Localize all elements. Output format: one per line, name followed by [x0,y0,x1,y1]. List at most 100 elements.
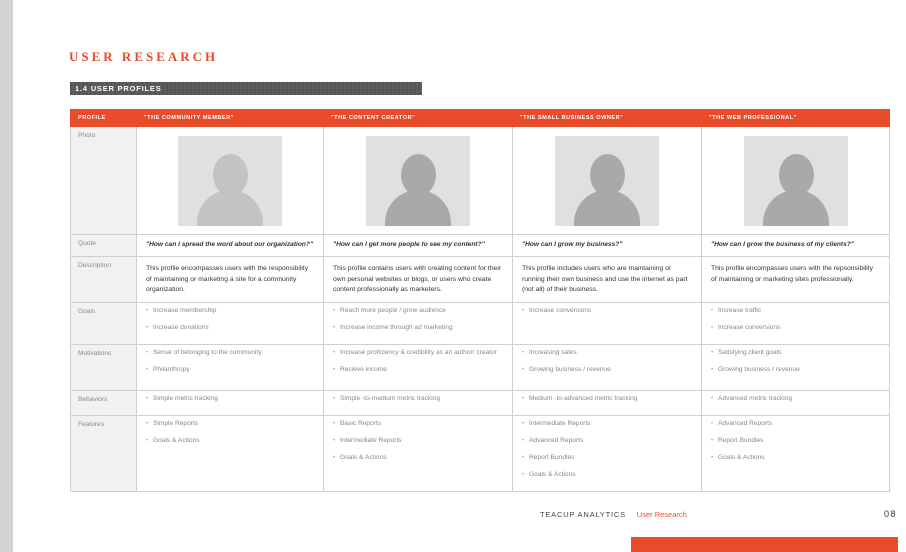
list-item: Intermediate Reports [522,419,692,429]
profile-header: "THE CONTENT CREATOR" [323,109,513,127]
behaviors-cell: Medium -to-advanced metric tracking [512,390,702,416]
avatar-placeholder-icon [366,136,470,226]
motivations-list: Satisfying client goals Growing business … [702,345,889,386]
row-label-description: Description [70,256,137,303]
features-list: Intermediate Reports Advanced Reports Repo… [513,416,701,491]
description-cell: This profile encompasses users with the … [136,256,324,303]
features-list: Basic Reports Intermediate Reports Goals &… [324,416,512,474]
footer-company: TEACUP ANALYTICS [540,510,626,519]
profile-header: "THE WEB PROFESSIONAL" [701,109,890,127]
avatar-placeholder-icon [178,136,282,226]
features-list: Simple Reports Goals & Actions [137,416,323,457]
list-item: Simple -to-medium metric tracking [333,394,503,404]
list-item: Advanced Reports [711,419,880,429]
photo-cell [512,126,702,235]
row-quote: Quote "How can I spread the word about ou… [70,234,890,257]
list-item: Simple metric tracking [146,394,314,404]
list-item: Increase conversions [522,306,692,316]
profile-quote: "How can I spread the word about our org… [146,241,314,248]
quote-cell: "How can I spread the word about our org… [136,234,324,257]
list-item: Medium -to-advanced metric tracking [522,394,692,404]
list-item: Advanced Reports [522,436,692,446]
motivations-cell: Increasing sales Growing business / reven… [512,344,702,391]
list-item: Satisfying client goals [711,348,880,358]
motivations-list: Increasing sales Growing business / reven… [513,345,701,386]
profile-header: "THE COMMUNITY MEMBER" [136,109,324,127]
row-label-motivations: Motivations [70,344,137,391]
behaviors-cell: Simple -to-medium metric tracking [323,390,513,416]
quote-cell: "How can I grow the business of my clien… [701,234,890,257]
description-cell: This profile encompasses users with the … [701,256,890,303]
user-profiles-table: PROFILE "THE COMMUNITY MEMBER" "THE CONTE… [70,109,890,492]
behaviors-list: Medium -to-advanced metric tracking [513,391,701,415]
motivations-cell: Satisfying client goals Growing business … [701,344,890,391]
row-behaviors: Behaviors Simple metric tracking Simple -t… [70,390,890,416]
table-header-row: PROFILE "THE COMMUNITY MEMBER" "THE CONTE… [70,109,890,127]
list-item: Recieve income [333,365,503,375]
behaviors-list: Advanced metric tracking [702,391,889,415]
list-item: Simple Reports [146,419,314,429]
avatar-placeholder-icon [743,136,848,226]
description-cell: This profile includes users who are main… [512,256,702,303]
motivations-cell: Sense of belonging to the community Phila… [136,344,324,391]
list-item: Goals & Actions [146,436,314,446]
list-item: Goals & Actions [522,470,692,480]
row-label-photo: Photo [70,126,137,235]
list-item: Goals & Actions [333,453,503,463]
goals-cell: Increase conversions [512,302,702,345]
behaviors-cell: Advanced metric tracking [701,390,890,416]
list-item: Growing business / revenue [522,365,692,375]
profile-description: This profile encompasses users with the … [711,265,874,283]
header-profile: PROFILE [70,109,137,127]
profile-description: This profile contains users with creatin… [333,265,502,293]
list-item: Increase donations [146,323,314,333]
quote-cell: "How can I get more people to see my con… [323,234,513,257]
list-item: Report Bundles [522,453,692,463]
list-item: Goals & Actions [711,453,880,463]
page-title: USER RESEARCH [69,49,219,64]
goals-list: Increase conversions [513,303,701,327]
row-label-behaviors: Behaviors [70,390,137,416]
row-label-features: Features [70,415,137,492]
motivations-cell: Increase proficiency & credibility as an… [323,344,513,391]
features-cell: Intermediate Reports Advanced Reports Repo… [512,415,702,492]
list-item: Philanthropy [146,365,314,375]
profile-header: "THE SMALL BUSINESS OWNER" [512,109,702,127]
photo-cell [136,126,324,235]
goals-list: Increase membership Increase donations [137,303,323,344]
list-item: Increase income through ad marketing [333,323,503,333]
footer-breadcrumb[interactable]: User Research [637,510,687,519]
list-item: Increase conversions [711,323,880,333]
list-item: Report Bundles [711,436,880,446]
row-motivations: MotivationsSense of belonging to the com… [70,344,890,391]
profile-quote: "How can I grow my business?" [522,241,623,248]
profile-description: This profile includes users who are main… [522,265,688,293]
motivations-list: Increase proficiency & credibility as an… [324,345,512,386]
features-cell: Advanced Reports Report Bundles Goals & Ac… [701,415,890,492]
behaviors-list: Simple -to-medium metric tracking [324,391,512,415]
list-item: Increasing sales [522,348,692,358]
list-item: Reach more people / grow audience [333,306,503,316]
list-item: Sense of belonging to the community [146,348,314,358]
row-features: FeaturesSimple ReportsGoals & ActionsBas… [70,415,890,492]
page-number: 08 [884,509,898,519]
behaviors-cell: Simple metric tracking [136,390,324,416]
list-item: Growing business / revenue [711,365,880,375]
row-goals: Goals Increase membership Increase donatio… [70,302,890,345]
row-label-quote: Quote [70,234,137,257]
list-item: Increase traffic [711,306,880,316]
profile-quote: "How can I get more people to see my con… [333,241,485,248]
avatar-placeholder-icon [555,136,659,226]
goals-list: Increase traffic Increase conversions [702,303,889,344]
row-photo: Photo [70,126,890,235]
goals-cell: Increase traffic Increase conversions [701,302,890,345]
description-cell: This profile contains users with creatin… [323,256,513,303]
row-label-goals: Goals [70,302,137,345]
list-item: Advanced metric tracking [711,394,880,404]
row-description: Description This profile encompasses user… [70,256,890,303]
photo-cell [701,126,890,235]
footer-accent-bar [631,537,898,552]
behaviors-list: Simple metric tracking [137,391,323,415]
list-item: Basic Reports [333,419,503,429]
goals-cell: Increase membership Increase donations [136,302,324,345]
